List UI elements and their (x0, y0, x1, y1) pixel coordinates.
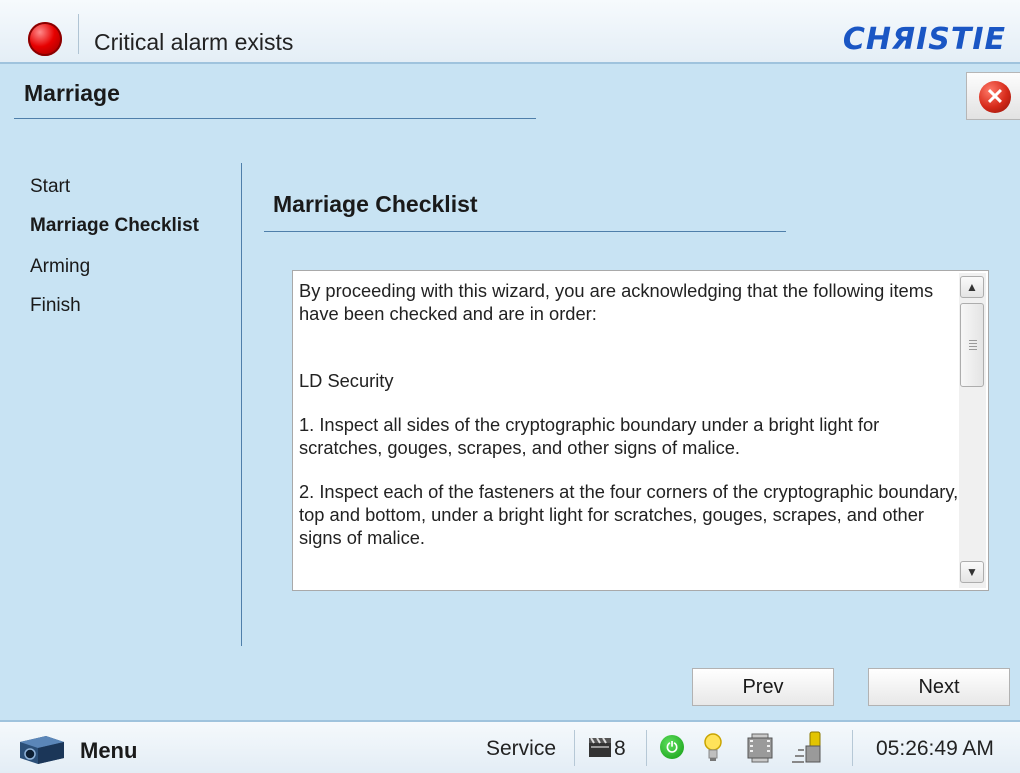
checklist-item-1: 1. Inspect all sides of the cryptographi… (299, 414, 880, 458)
scroll-grip-icon (969, 340, 977, 350)
status-divider (574, 730, 575, 766)
section-underline (264, 231, 786, 232)
nav-item-arming[interactable]: Arming (30, 256, 90, 278)
checklist-textbox[interactable]: By proceeding with this wizard, you are … (292, 270, 989, 591)
vertical-scrollbar[interactable]: ▲ ▼ (959, 273, 986, 588)
checklist-intro: By proceeding with this wizard, you are … (299, 280, 934, 324)
clock-time: 05:26:49 AM (876, 737, 994, 760)
status-divider (646, 730, 647, 766)
content-count: 8 (614, 737, 626, 760)
alarm-indicator-icon[interactable] (28, 22, 62, 56)
close-icon: ✕ (979, 81, 1011, 113)
projector-menu-icon[interactable] (16, 732, 68, 766)
nav-item-start[interactable]: Start (30, 176, 70, 198)
lamp-bulb-icon[interactable] (703, 732, 723, 764)
film-reel-icon[interactable] (744, 732, 776, 764)
scroll-down-icon[interactable]: ▼ (960, 561, 984, 583)
alarm-status-text[interactable]: Critical alarm exists (94, 29, 293, 56)
checklist-item-2: 2. Inspect each of the fasteners at the … (299, 481, 959, 548)
checklist-text: By proceeding with this wizard, you are … (299, 279, 959, 570)
nav-divider (241, 163, 242, 646)
header-bar: Critical alarm exists CHЯISTIE (0, 0, 1020, 64)
next-button[interactable]: Next (868, 668, 1010, 706)
status-bar: Menu Service 8 ⏻ 05:26:49 AM (0, 720, 1020, 773)
network-status-icon[interactable] (790, 730, 830, 766)
header-divider (78, 14, 79, 54)
service-label[interactable]: Service (486, 737, 556, 761)
scroll-up-icon[interactable]: ▲ (960, 276, 984, 298)
scroll-thumb[interactable] (960, 303, 984, 387)
power-icon[interactable]: ⏻ (660, 735, 684, 759)
section-title: Marriage Checklist (273, 191, 478, 217)
nav-item-marriage-checklist[interactable]: Marriage Checklist (30, 215, 199, 237)
title-underline (14, 118, 536, 119)
prev-button[interactable]: Prev (692, 668, 834, 706)
status-divider (852, 730, 853, 766)
page-title: Marriage (24, 80, 120, 106)
clapperboard-icon[interactable] (588, 736, 612, 758)
brand-logo: CHЯISTIE (842, 22, 1006, 57)
menu-label[interactable]: Menu (80, 738, 137, 764)
nav-item-finish[interactable]: Finish (30, 295, 81, 317)
close-button[interactable]: ✕ (966, 72, 1020, 120)
checklist-heading: LD Security (299, 370, 394, 391)
